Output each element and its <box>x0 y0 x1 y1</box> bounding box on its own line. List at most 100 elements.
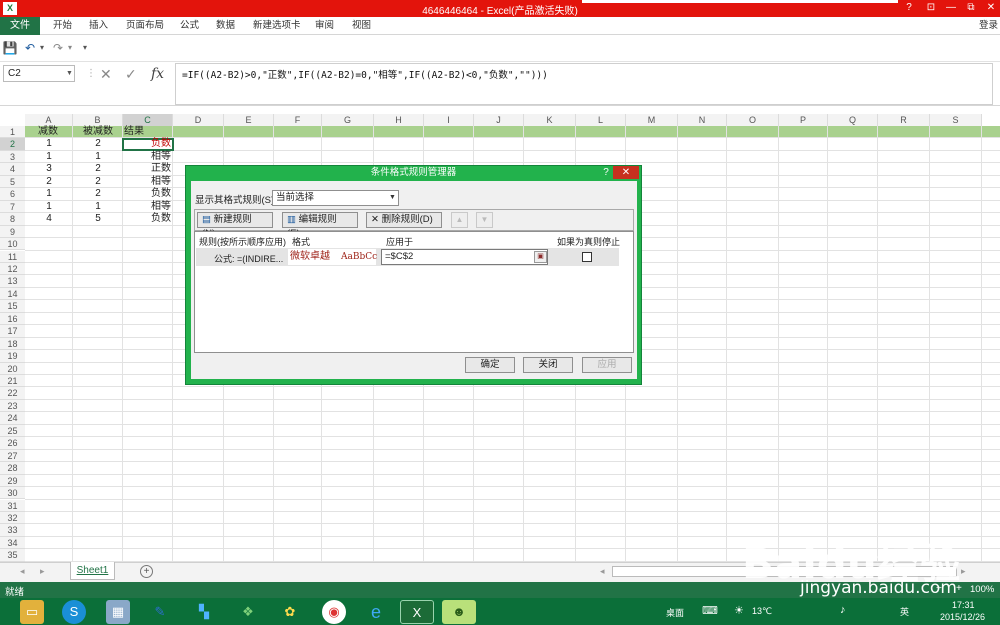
excel-taskbar-icon[interactable]: X <box>400 600 434 624</box>
row-header-7[interactable]: 7 <box>0 200 25 214</box>
hscroll-right-icon[interactable]: ▸ <box>961 566 966 577</box>
tab-new-tab[interactable]: 新建选项卡 <box>253 17 301 35</box>
volume-icon[interactable]: ♪ <box>840 604 846 616</box>
cell-C1[interactable]: 结果 <box>124 126 144 138</box>
tab-data[interactable]: 数据 <box>216 17 235 35</box>
column-header-M[interactable]: M <box>626 114 678 126</box>
row-header-27[interactable]: 27 <box>0 449 25 463</box>
range-select-icon[interactable]: ▣ <box>534 251 547 263</box>
cell-B3[interactable]: 1 <box>73 151 123 163</box>
tab-home[interactable]: 开始 <box>53 17 72 35</box>
row-header-28[interactable]: 28 <box>0 462 25 475</box>
tab-formulas[interactable]: 公式 <box>180 17 199 35</box>
sogou-icon[interactable]: S <box>62 600 86 624</box>
apply-button[interactable]: 应用 <box>582 357 632 373</box>
row-header-31[interactable]: 31 <box>0 499 25 512</box>
tab-view[interactable]: 视图 <box>352 17 371 35</box>
row-header-32[interactable]: 32 <box>0 511 25 525</box>
row-header-33[interactable]: 33 <box>0 524 25 537</box>
column-header-F[interactable]: F <box>274 114 322 126</box>
maximize-button[interactable]: ⧉ <box>964 1 978 15</box>
column-header-S[interactable]: S <box>930 114 982 126</box>
cell-B7[interactable]: 1 <box>73 201 123 213</box>
column-header-P[interactable]: P <box>779 114 828 126</box>
cell-A2[interactable]: 1 <box>25 138 73 150</box>
move-up-icon[interactable]: ▲ <box>451 212 468 228</box>
column-header-H[interactable]: H <box>374 114 424 126</box>
row-header-14[interactable]: 14 <box>0 287 25 301</box>
clock-date[interactable]: 2015/12/26 <box>940 612 985 622</box>
weather-icon[interactable]: ☀ <box>734 604 744 617</box>
row-header-1[interactable]: 1 <box>0 126 25 139</box>
tab-page-layout[interactable]: 页面布局 <box>126 17 164 35</box>
column-header-B[interactable]: B <box>73 114 123 126</box>
chevron-down-icon[interactable]: ▼ <box>387 191 398 205</box>
cell-A7[interactable]: 1 <box>25 201 73 213</box>
column-header-C[interactable]: C <box>123 114 173 126</box>
cell-B8[interactable]: 5 <box>73 213 123 225</box>
cell-A1[interactable]: 减数 <box>38 126 58 138</box>
cell-A3[interactable]: 1 <box>25 151 73 163</box>
row-header-16[interactable]: 16 <box>0 312 25 326</box>
dialog-help-icon[interactable]: ? <box>600 166 612 179</box>
formula-input[interactable]: =IF((A2-B2)>0,"正数",IF((A2-B2)=0,"相等",IF(… <box>175 63 993 105</box>
column-header-D[interactable]: D <box>173 114 224 126</box>
app-tiles-icon[interactable]: ❖ <box>236 600 260 624</box>
cell-B4[interactable]: 2 <box>73 163 123 175</box>
cell-C2[interactable]: 负数 <box>123 138 171 150</box>
column-header-I[interactable]: I <box>424 114 474 126</box>
column-header-J[interactable]: J <box>474 114 524 126</box>
cell-C3[interactable]: 相等 <box>123 151 171 163</box>
close-button[interactable]: 关闭 <box>523 357 573 373</box>
column-header-O[interactable]: O <box>727 114 779 126</box>
cell-B1[interactable]: 被减数 <box>83 126 113 138</box>
cell-A5[interactable]: 2 <box>25 176 73 188</box>
row-header-34[interactable]: 34 <box>0 536 25 550</box>
row-header-25[interactable]: 25 <box>0 424 25 438</box>
show-rules-select[interactable]: 当前选择 <box>272 190 399 206</box>
network-app-icon[interactable]: ▚ <box>192 600 216 624</box>
new-rule-button[interactable]: ▤ 新建规则(N)... <box>197 212 273 239</box>
desktop-label[interactable]: 桌面 <box>666 606 684 619</box>
cell-C5[interactable]: 相等 <box>123 176 171 188</box>
ribbon-display-options-icon[interactable]: ⊡ <box>924 1 938 15</box>
undo-dropdown-icon[interactable]: ▾ <box>34 40 50 56</box>
column-header-L[interactable]: L <box>576 114 626 126</box>
row-header-5[interactable]: 5 <box>0 175 25 189</box>
cell-B5[interactable]: 2 <box>73 176 123 188</box>
row-header-19[interactable]: 19 <box>0 350 25 363</box>
row-header-30[interactable]: 30 <box>0 487 25 500</box>
close-window-button[interactable]: ✕ <box>984 1 998 15</box>
stop-if-true-checkbox[interactable] <box>582 252 592 262</box>
dialog-close-button[interactable]: ✕ <box>613 166 639 179</box>
column-header-R[interactable]: R <box>878 114 930 126</box>
row-header-17[interactable]: 17 <box>0 325 25 338</box>
row-header-26[interactable]: 26 <box>0 437 25 450</box>
customize-qat-icon[interactable]: ▾ <box>77 40 93 56</box>
cell-C6[interactable]: 负数 <box>123 188 171 200</box>
chrome-icon[interactable]: ◉ <box>322 600 346 624</box>
row-header-6[interactable]: 6 <box>0 188 25 201</box>
tab-file[interactable]: 文件 <box>0 17 40 35</box>
row-header-21[interactable]: 21 <box>0 375 25 388</box>
row-header-12[interactable]: 12 <box>0 262 25 276</box>
row-header-20[interactable]: 20 <box>0 362 25 375</box>
column-header-K[interactable]: K <box>524 114 576 126</box>
row-header-15[interactable]: 15 <box>0 300 25 313</box>
game-app-icon[interactable]: ✿ <box>278 600 302 624</box>
sheet-nav-prev-icon[interactable]: ◂ <box>20 566 25 577</box>
frog-app-icon[interactable]: ☻ <box>442 600 476 624</box>
file-explorer-icon[interactable]: ▭ <box>20 600 44 624</box>
minimize-button[interactable]: — <box>944 1 958 15</box>
insert-function-icon[interactable]: fx <box>151 64 164 84</box>
tab-insert[interactable]: 插入 <box>89 17 108 35</box>
login-link[interactable]: 登录 <box>979 17 998 35</box>
row-header-9[interactable]: 9 <box>0 225 25 239</box>
row-header-23[interactable]: 23 <box>0 399 25 413</box>
row-header-11[interactable]: 11 <box>0 250 25 263</box>
row-header-8[interactable]: 8 <box>0 213 25 226</box>
cell-A8[interactable]: 4 <box>25 213 73 225</box>
edit-rule-button[interactable]: ▥ 编辑规则(E)... <box>282 212 358 239</box>
cell-A6[interactable]: 1 <box>25 188 73 200</box>
cancel-icon[interactable]: ✕ <box>100 64 112 84</box>
